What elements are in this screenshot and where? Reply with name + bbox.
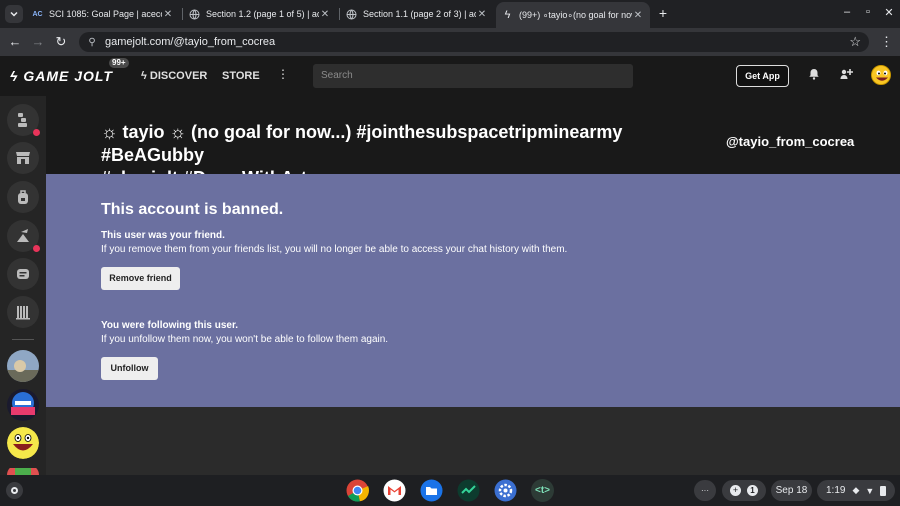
tab-strip: AC SCI 1085: Goal Page | acecon ✕ Sectio… <box>0 0 900 28</box>
library-icon[interactable] <box>7 296 39 328</box>
back-button[interactable]: ← <box>7 34 23 50</box>
unfollow-button[interactable]: Unfollow <box>101 357 158 380</box>
location-icon: ◆ <box>852 485 860 495</box>
backpack-icon[interactable] <box>7 181 39 213</box>
bookmark-star-icon[interactable]: ☆ <box>849 34 861 50</box>
community-avatar[interactable] <box>7 350 39 382</box>
battery-icon <box>880 485 887 496</box>
close-icon[interactable]: ✕ <box>476 9 488 20</box>
banned-notice: This account is banned. This user was yo… <box>46 174 900 407</box>
close-window-button[interactable]: ✕ <box>882 6 896 19</box>
browser-tab[interactable]: Section 1.1 (page 2 of 3) | acec ✕ <box>340 2 494 26</box>
os-shelf: <t> ··· + 1 Sep 18 1:19 ◆ ▼ <box>0 475 900 506</box>
tray-indicator[interactable]: ··· <box>694 480 716 501</box>
remove-friend-button[interactable]: Remove friend <box>101 267 180 290</box>
bolt-icon: ϟ <box>141 70 147 82</box>
sidebar-divider <box>12 339 34 340</box>
profile-username: @tayio_from_cocrea <box>726 134 855 149</box>
notification-tray[interactable]: + 1 <box>722 480 766 501</box>
chrome-icon[interactable] <box>346 479 369 502</box>
chevron-down-icon <box>10 11 18 17</box>
tray-dots-icon: ··· <box>701 486 709 495</box>
gamejolt-icon: ϟ <box>504 9 511 21</box>
notification-icon: + <box>730 485 741 496</box>
settings-icon[interactable] <box>494 479 517 502</box>
site-header: ϟ GAME JOLT 99+ ϟ DISCOVER STORE ⋮ Searc… <box>0 56 900 96</box>
browser-tab-active[interactable]: ϟ (99+) ∘tayio∘(no goal for now ✕ <box>496 2 650 28</box>
notification-count: 1 <box>747 485 758 496</box>
search-input[interactable]: Search <box>313 64 633 88</box>
page-body <box>46 407 900 475</box>
launcher-icon <box>11 487 18 494</box>
globe-icon <box>346 9 357 20</box>
notification-count-badge: 99+ <box>109 58 129 68</box>
forward-button[interactable]: → <box>30 34 46 50</box>
bell-icon[interactable] <box>808 68 820 83</box>
new-tab-button[interactable]: + <box>655 6 671 22</box>
globe-icon <box>189 9 200 20</box>
minimize-button[interactable]: – <box>840 6 854 18</box>
follow-heading: You were following this user. <box>101 320 239 331</box>
screen: AC SCI 1085: Goal Page | acecon ✕ Sectio… <box>0 0 900 506</box>
address-bar[interactable]: ⚲ gamejolt.com/@tayio_from_cocrea ☆ <box>79 32 869 52</box>
follow-text: If you unfollow them now, you won't be a… <box>101 334 389 345</box>
date-tray[interactable]: Sep 18 <box>771 480 812 501</box>
discover-link[interactable]: ϟ DISCOVER <box>141 70 207 82</box>
gamejolt-logo[interactable]: ϟ GAME JOLT <box>10 68 113 84</box>
community-avatar[interactable] <box>7 427 39 459</box>
terminal-icon[interactable]: <t> <box>531 479 554 502</box>
browser-tab[interactable]: AC SCI 1085: Goal Page | acecon ✕ <box>26 2 180 26</box>
notification-dot <box>33 245 40 252</box>
maximize-button[interactable]: ▫ <box>861 6 875 18</box>
gmail-icon[interactable] <box>383 479 406 502</box>
stocks-icon[interactable] <box>457 479 480 502</box>
profile-header: ☼ tayio ☼ (no goal for now...) #jointhes… <box>46 96 900 188</box>
reload-button[interactable]: ↻ <box>53 34 69 50</box>
get-app-button[interactable]: Get App <box>736 65 789 87</box>
community-avatar[interactable] <box>7 389 39 421</box>
banned-title: This account is banned. <box>101 201 284 218</box>
files-icon[interactable] <box>420 479 443 502</box>
friends-icon[interactable] <box>840 68 854 83</box>
ace-icon: AC <box>32 10 43 18</box>
notification-dot <box>33 129 40 136</box>
friend-heading: This user was your friend. <box>101 230 225 241</box>
launcher-button[interactable] <box>6 482 23 499</box>
left-sidebar <box>0 96 46 475</box>
user-avatar[interactable] <box>871 65 891 85</box>
browser-menu-icon[interactable]: ⋮ <box>880 34 893 50</box>
browser-toolbar: ← → ↻ ⚲ gamejolt.com/@tayio_from_cocrea … <box>0 28 900 56</box>
tab-search-button[interactable] <box>5 5 23 23</box>
store-link[interactable]: STORE <box>222 70 260 82</box>
clock-text: 1:19 <box>826 485 846 496</box>
site-info-icon[interactable]: ⚲ <box>85 37 99 48</box>
community-avatar[interactable] <box>7 465 39 475</box>
close-icon[interactable]: ✕ <box>162 9 174 20</box>
status-tray[interactable]: 1:19 ◆ ▼ <box>817 480 895 501</box>
bolt-icon: ϟ <box>10 68 19 84</box>
wifi-icon: ▼ <box>865 485 875 496</box>
close-icon[interactable]: ✕ <box>632 10 644 21</box>
url-text: gamejolt.com/@tayio_from_cocrea <box>105 36 276 48</box>
friend-text: If you remove them from your friends lis… <box>101 244 568 255</box>
chat-icon[interactable] <box>7 258 39 290</box>
more-menu-icon[interactable]: ⋮ <box>277 67 289 81</box>
store-icon[interactable] <box>7 142 39 174</box>
browser-tab[interactable]: Section 1.2 (page 1 of 5) | acec ✕ <box>183 2 337 26</box>
close-icon[interactable]: ✕ <box>319 9 331 20</box>
